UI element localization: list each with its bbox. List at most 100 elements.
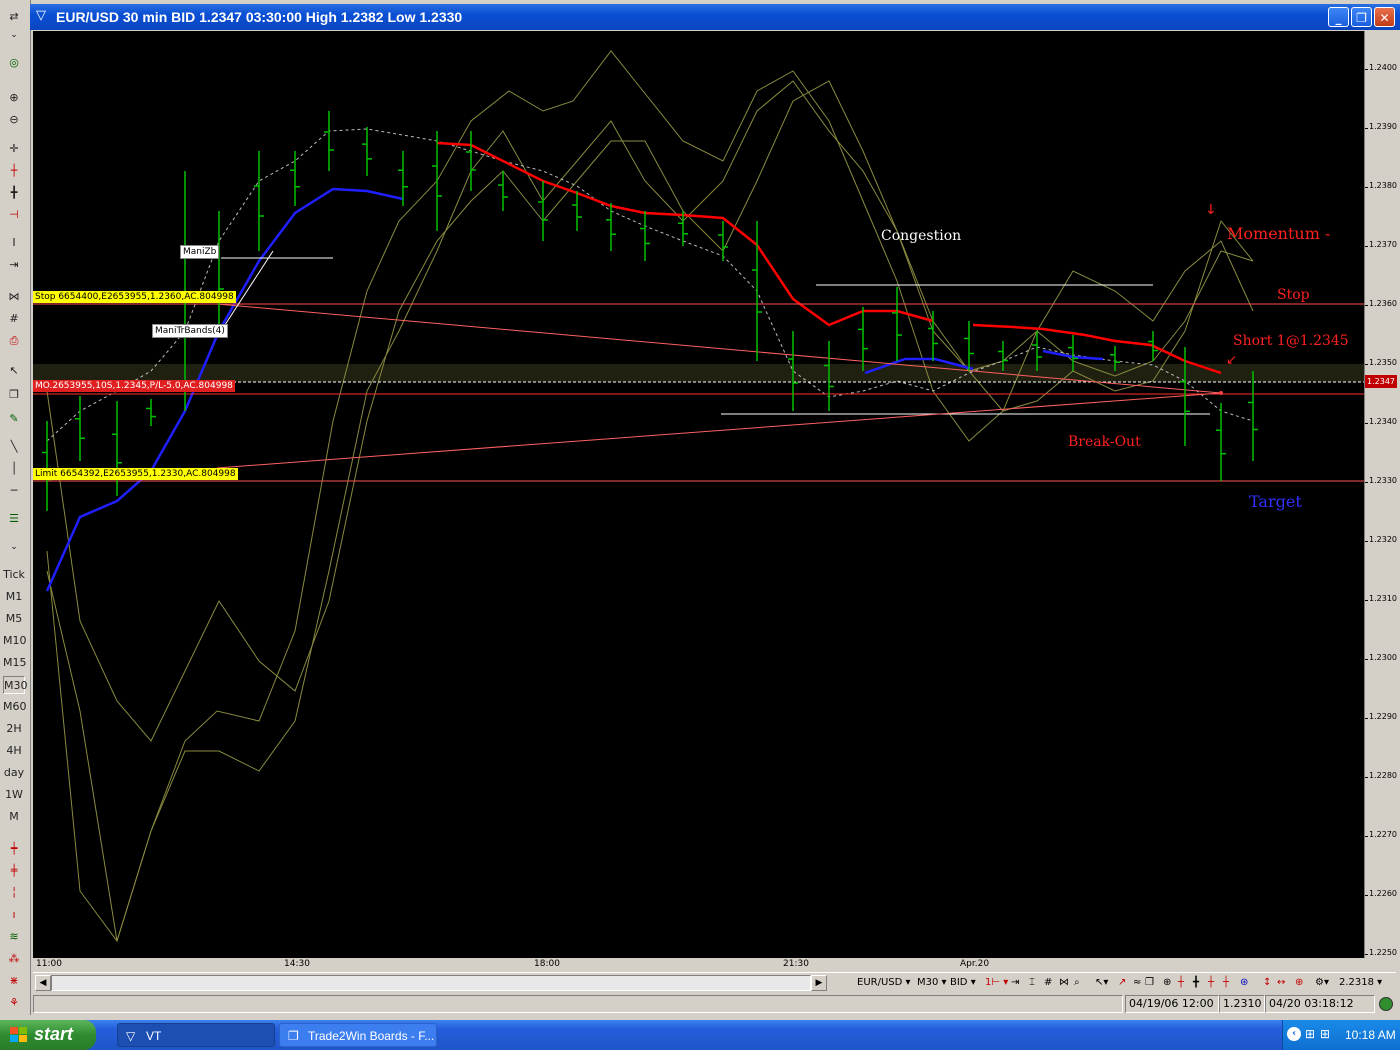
arrows-v-icon[interactable]: ↕	[1263, 975, 1271, 991]
arrow-right-bar-icon[interactable]: ⇥	[3, 256, 25, 274]
timeframe-4h[interactable]: 4H	[3, 742, 25, 760]
browser-icon: ❐	[288, 1029, 299, 1043]
candle-chart-icon[interactable]: ┿	[3, 840, 25, 858]
indicator-wave-icon[interactable]: ≋	[3, 928, 25, 946]
cross-tool-3-icon[interactable]: ┼	[1223, 975, 1229, 991]
order-arrow-icon[interactable]: ⇥	[1011, 975, 1019, 991]
status-cursor-price: 1.2310	[1219, 995, 1265, 1013]
symbol-dropdown[interactable]: EUR/USD ▾	[857, 975, 911, 991]
crosshair-icon[interactable]: ✛	[3, 140, 25, 158]
network-2-icon[interactable]: ⊞	[1320, 1027, 1330, 1041]
timeframe-1w[interactable]: 1W	[3, 786, 25, 804]
trendline-icon[interactable]: ╲	[3, 438, 25, 456]
cross-tool-icon[interactable]: ╋	[1193, 975, 1199, 991]
price-tick-mark	[1365, 718, 1368, 719]
start-label: start	[34, 1024, 74, 1044]
arrows-h-icon[interactable]: ↔	[1277, 975, 1285, 991]
short-annotation: Short 1@1.2345	[1233, 333, 1349, 349]
lots-dropdown[interactable]: 1⊢ ▾	[985, 975, 1008, 991]
grid-tool-icon[interactable]: #	[1044, 975, 1052, 991]
minimize-button[interactable]: _	[1328, 7, 1349, 27]
zoom-in-icon[interactable]: ⊕	[3, 89, 25, 107]
bar-tool-icon[interactable]: ⌶	[1029, 975, 1035, 991]
timeframe-tick[interactable]: Tick	[3, 566, 25, 584]
timeframe-2h[interactable]: 2H	[3, 720, 25, 738]
cross-cursor-icon[interactable]: ╋	[3, 184, 25, 202]
indicator-bands-icon[interactable]: ⁂	[3, 950, 25, 968]
timeframe-month[interactable]: M	[3, 808, 25, 826]
copy-tool-icon[interactable]: ❐	[1145, 975, 1154, 991]
line-chart-icon[interactable]: ı	[3, 906, 25, 924]
price-bars	[42, 111, 1258, 511]
indicator-x-icon[interactable]: ⋇	[3, 972, 25, 990]
limit-order-label[interactable]: Limit 6654392,E2653955,1.2330,AC.804998	[33, 468, 238, 480]
candle-hollow-icon[interactable]: ╪	[3, 862, 25, 880]
swap-arrows-icon[interactable]: ⇄	[3, 8, 25, 26]
cross-tool-2-icon[interactable]: ┼	[1208, 975, 1214, 991]
price-tick-label: 1.2390	[1369, 122, 1397, 131]
grid-icon[interactable]: #	[3, 310, 25, 328]
timeframe-m15[interactable]: M15	[3, 654, 27, 672]
chevron-down-icon-2[interactable]: ⌄	[3, 538, 25, 556]
period-dropdown[interactable]: M30 ▾	[917, 975, 947, 991]
taskbar-item-trade2win[interactable]: ❐ Trade2Win Boards - F...	[279, 1023, 437, 1047]
vline-icon[interactable]: │	[3, 460, 25, 478]
manitrbands-label: ManiTrBands(4)	[152, 324, 228, 338]
price-tick-mark	[1365, 305, 1368, 306]
time-label: 18:00	[534, 959, 560, 969]
settings-dropdown-icon[interactable]: ⚙▾	[1315, 975, 1329, 991]
indicator-tree-icon[interactable]: ⚘	[3, 994, 25, 1012]
price-tick-mark	[1365, 187, 1368, 188]
find-tool-icon[interactable]: ⌕	[1074, 975, 1080, 991]
price-value-dropdown[interactable]: 2.2318 ▾	[1339, 975, 1382, 991]
timeframe-m60[interactable]: M60	[3, 698, 27, 716]
hline-icon[interactable]: ─	[3, 482, 25, 500]
cut-tool-icon[interactable]: ⋈	[1059, 975, 1069, 991]
crosshair-red-icon[interactable]: ┼	[3, 162, 25, 180]
pointer-icon[interactable]: ↖	[3, 362, 25, 380]
target-icon[interactable]: ◎	[3, 54, 25, 72]
restore-button[interactable]: ❐	[1351, 7, 1372, 27]
scroll-right-button[interactable]: ▶	[811, 975, 827, 991]
stop-order-label[interactable]: Stop 6654400,E2653955,1.2360,AC.804998	[33, 291, 236, 303]
timeframe-m1[interactable]: M1	[3, 588, 25, 606]
crosshair-tool-icon[interactable]: ┼	[1178, 975, 1184, 991]
fit-icon[interactable]: ⊕	[1295, 975, 1303, 991]
print-icon[interactable]: ⎙	[3, 332, 25, 350]
start-button[interactable]: start	[0, 1020, 96, 1050]
wave-tool-icon[interactable]: ≈	[1133, 975, 1141, 991]
price-tick-label: 1.2400	[1369, 63, 1397, 72]
line-cursor-icon[interactable]: ⊣	[3, 206, 25, 224]
vertical-line-icon[interactable]: I	[3, 234, 25, 252]
market-order-label[interactable]: MO.2653955,10S,1.2345,P/L-5.0,AC.804998	[33, 380, 235, 392]
globe-tool-icon[interactable]: ⊛	[1240, 975, 1248, 991]
horizontal-scrollbar[interactable]	[51, 975, 811, 991]
network-icon[interactable]: ⊞	[1305, 1027, 1315, 1041]
taskbar-item-vt[interactable]: ▽ VT	[117, 1023, 275, 1047]
channel-icon[interactable]: ☰	[3, 510, 25, 528]
chart-canvas: ↓ ↙	[33, 50, 1364, 943]
timeframe-m5[interactable]: M5	[3, 610, 25, 628]
timeframe-m10[interactable]: M10	[3, 632, 27, 650]
price-chart[interactable]: ↓ ↙ Stop 6654400,E2653955,1.2360,AC.8049…	[33, 31, 1364, 958]
tray-expand-icon[interactable]: ‹	[1287, 1027, 1301, 1041]
entry-marker	[1219, 391, 1223, 395]
price-tick-label: 1.2280	[1369, 771, 1397, 780]
manizb-label: ManiZb	[180, 245, 220, 259]
side-dropdown[interactable]: BID ▾	[950, 975, 976, 991]
paint-icon[interactable]: ✎	[3, 410, 25, 428]
scroll-left-button[interactable]: ◀	[35, 975, 51, 991]
close-button[interactable]: ✕	[1374, 7, 1395, 27]
grid-cut-icon[interactable]: ⋈	[3, 288, 25, 306]
zoom-out-icon[interactable]: ⊖	[3, 111, 25, 129]
draw-tool-icon[interactable]: ↗	[1118, 975, 1126, 991]
cursor-dropdown-icon[interactable]: ↖▾	[1095, 975, 1108, 991]
window-titlebar[interactable]: ▽ EUR/USD 30 min BID 1.2347 03:30:00 Hig…	[30, 4, 1400, 30]
copy-icon[interactable]: ❐	[3, 386, 25, 404]
chevron-down-icon[interactable]: ⌄	[3, 26, 25, 44]
timeframe-m30[interactable]: M30	[3, 676, 28, 694]
zoom-tool-icon[interactable]: ⊕	[1163, 975, 1171, 991]
timeframe-day[interactable]: day	[3, 764, 25, 782]
clock[interactable]: 10:18 AM	[1345, 1028, 1396, 1042]
bar-chart-icon[interactable]: ╎	[3, 884, 25, 902]
